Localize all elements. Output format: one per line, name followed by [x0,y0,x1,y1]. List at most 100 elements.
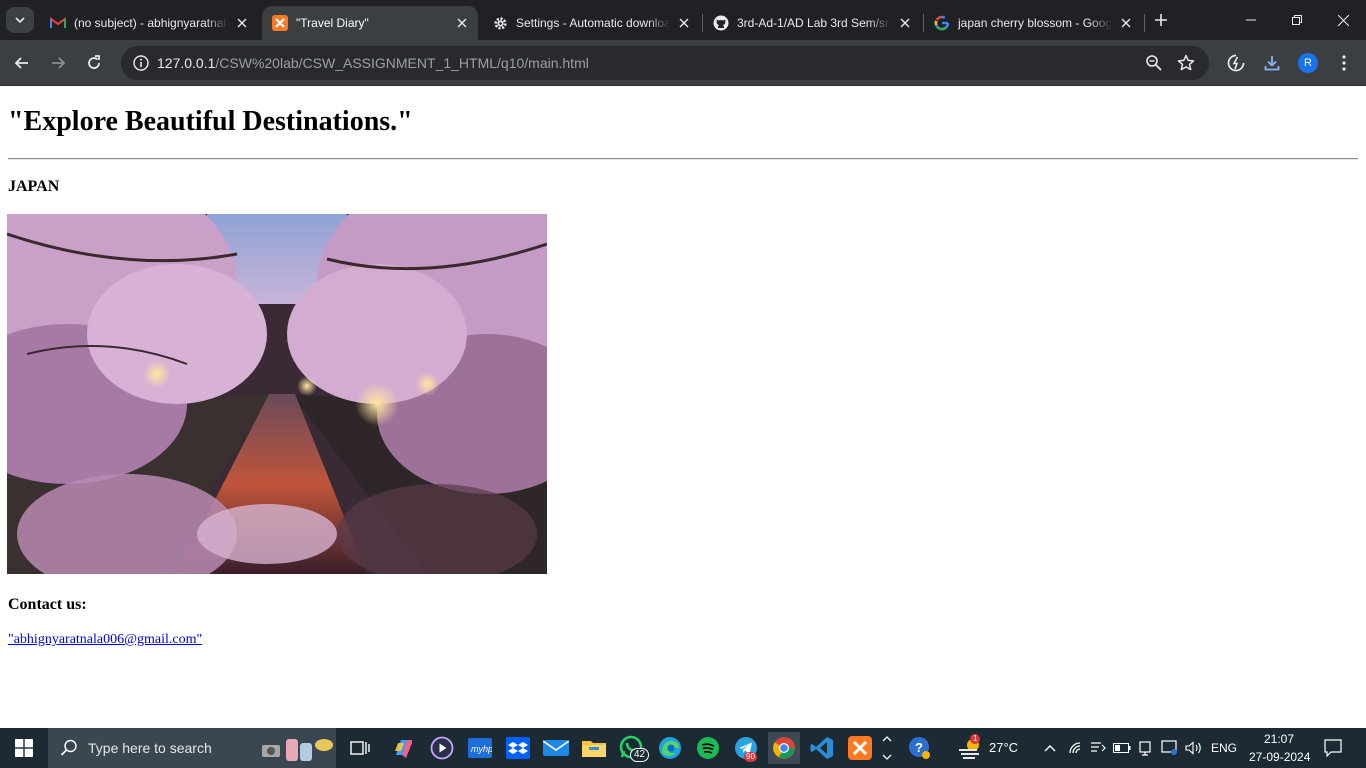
tab-title: 3rd-Ad-1/AD Lab 3rd Sem/src [737,16,891,30]
url-host: 127.0.0.1 [157,55,216,71]
reload-icon [88,55,100,69]
task-view-icon[interactable] [344,732,376,764]
search-highlight-image [258,733,334,766]
xampp-taskbar-icon[interactable] [844,732,876,764]
edge-icon[interactable] [654,732,686,764]
gmail-icon [50,15,66,31]
network-icon[interactable] [1064,732,1088,764]
dropbox-icon[interactable] [502,732,534,764]
xampp-icon [272,15,288,31]
email-link[interactable]: "abhignyaratnala006@gmail.com" [8,632,202,648]
performance-icon [1227,54,1245,72]
tab-search-button[interactable] [6,7,34,33]
windows-taskbar: Type here to search myhp 42 90 ? 1 27°C … [0,728,1366,768]
gear-icon [492,15,508,31]
notification-icon [1324,739,1342,757]
reload-button[interactable] [80,49,108,77]
help-icon[interactable]: ? [904,732,936,764]
close-tab-icon[interactable] [1118,15,1134,31]
svg-text:myhp: myhp [471,744,492,754]
copilot-icon[interactable] [388,732,420,764]
search-placeholder: Type here to search [88,740,212,756]
clock-date: 27-09-2024 [1249,750,1311,764]
browser-menu-button[interactable] [1330,49,1358,77]
country-heading: JAPAN [8,178,60,195]
windows-logo-icon [15,739,33,757]
taskbar-search[interactable]: Type here to search [48,728,336,768]
close-tab-icon[interactable] [234,15,250,31]
volume-icon[interactable] [1182,732,1206,764]
page-viewport: "Explore Beautiful Destinations." JAPAN [0,86,1366,728]
mail-icon[interactable] [540,732,572,764]
telegram-icon[interactable]: 90 [730,732,762,764]
tab-title: "Travel Diary" [296,16,369,30]
tab-separator [1144,14,1145,32]
url-text[interactable]: 127.0.0.1/CSW%20lab/CSW_ASSIGNMENT_1_HTM… [157,55,589,71]
start-button[interactable] [8,732,40,764]
tab-gmail[interactable]: (no subject) - abhignyaratnala [40,6,258,40]
tab-settings[interactable]: Settings - Automatic downloads [482,6,700,40]
search-icon [60,739,78,760]
chevron-up-icon [1044,745,1056,752]
myhp-icon[interactable]: myhp [464,732,496,764]
restore-button[interactable] [1274,0,1320,40]
url-path: /CSW%20lab/CSW_ASSIGNMENT_1_HTML/q10/mai… [215,55,589,71]
show-hidden-icons-button[interactable] [1036,732,1064,764]
profile-avatar[interactable]: R [1298,53,1318,73]
extension-button[interactable] [1222,49,1250,77]
contact-heading: Contact us: [8,596,87,613]
taskbar-overflow-scroll[interactable] [878,732,896,764]
tab-github[interactable]: 3rd-Ad-1/AD Lab 3rd Sem/src [703,6,921,40]
svg-text:?: ? [915,740,923,755]
display-icon[interactable] [1086,732,1110,764]
action-center-mini-icon[interactable] [1158,732,1182,764]
spotify-icon[interactable] [692,732,724,764]
chevron-down-icon [15,17,25,24]
google-icon [934,15,950,31]
tab-title: japan cherry blossom - Google [958,16,1112,30]
clock[interactable]: 21:07 27-09-2024 [1244,728,1312,768]
whatsapp-icon[interactable]: 42 [616,732,650,764]
weather-icon[interactable]: 1 [954,732,986,764]
bookmark-star-icon[interactable] [1177,54,1195,77]
notification-center-button[interactable] [1318,732,1348,764]
cherry-blossom-photo [7,214,547,574]
downloads-button[interactable] [1258,49,1286,77]
file-explorer-icon[interactable] [578,732,610,764]
chevron-up-down-icon [882,736,892,760]
battery-icon[interactable] [1110,732,1134,764]
chrome-icon[interactable] [768,732,800,764]
tab-google-search[interactable]: japan cherry blossom - Google [924,6,1142,40]
github-icon [713,15,729,31]
close-window-button[interactable] [1320,0,1366,40]
minimize-button[interactable] [1228,0,1274,40]
restore-icon [1292,15,1302,25]
close-tab-icon[interactable] [897,15,913,31]
browser-toolbar: 127.0.0.1/CSW%20lab/CSW_ASSIGNMENT_1_HTM… [0,40,1366,86]
address-bar[interactable]: 127.0.0.1/CSW%20lab/CSW_ASSIGNMENT_1_HTM… [121,46,1209,80]
forward-button[interactable] [44,49,72,77]
temperature-text: 27°C [989,740,1019,755]
telegram-badge: 90 [744,752,757,762]
arrow-right-icon [52,57,66,69]
divider [8,158,1358,160]
minimize-icon [1246,19,1256,21]
new-tab-button[interactable] [1150,9,1172,31]
clock-time: 21:07 [1264,732,1295,746]
close-tab-icon[interactable] [454,15,470,31]
arrow-left-icon [14,57,28,69]
close-icon [1337,14,1349,26]
tab-travel-diary[interactable]: "Travel Diary" [262,6,478,40]
tab-strip: (no subject) - abhignyaratnala "Travel D… [0,0,1366,40]
tab-title: (no subject) - abhignyaratnala [74,16,228,30]
media-player-icon[interactable] [426,732,458,764]
meet-now-icon[interactable] [1134,732,1158,764]
page-heading: "Explore Beautiful Destinations." [8,106,413,137]
more-vertical-icon [1342,55,1346,71]
vscode-icon[interactable] [806,732,838,764]
language-indicator[interactable]: ENG [1211,741,1237,755]
back-button[interactable] [8,49,36,77]
site-info-icon[interactable] [133,55,149,76]
close-tab-icon[interactable] [676,15,692,31]
zoom-icon[interactable] [1145,54,1163,77]
